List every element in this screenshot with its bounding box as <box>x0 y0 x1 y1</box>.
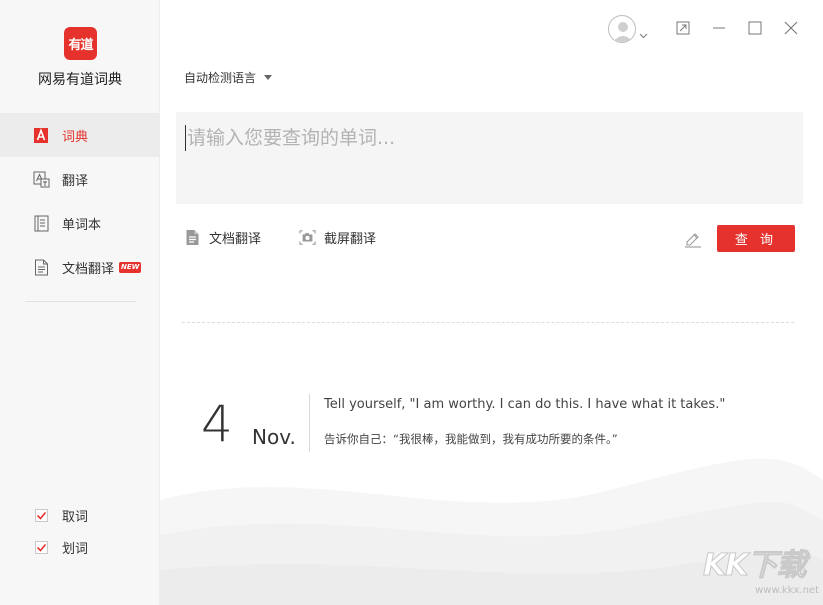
user-icon <box>613 22 633 42</box>
select-word-checkbox[interactable]: 划词 <box>35 538 88 557</box>
caret-down-icon <box>264 75 273 80</box>
sidebar-item-doc-translate[interactable]: 文档翻译 NEW <box>0 245 160 289</box>
check-icon <box>36 511 47 520</box>
sidebar-item-wordbook[interactable]: 单词本 <box>0 201 160 245</box>
watermark: KK下载 www.kkx.net <box>703 548 820 601</box>
wordbook-icon <box>33 215 50 232</box>
close-icon <box>784 21 798 35</box>
new-badge: NEW <box>119 261 142 273</box>
dictionary-icon <box>33 127 50 144</box>
checkbox[interactable] <box>35 509 48 522</box>
sidebar-item-label: 词典 <box>62 129 89 145</box>
minimize-button[interactable] <box>711 20 727 36</box>
doc-translate-button[interactable]: 文档翻译 <box>184 228 261 247</box>
document-icon <box>184 229 201 246</box>
maximize-icon <box>748 21 762 35</box>
watermark-url: www.kkx.net <box>755 585 819 596</box>
screenshot-translate-label: 截屏翻译 <box>324 232 377 247</box>
sidebar-item-label: 单词本 <box>62 217 102 233</box>
app-logo: 有道 <box>64 27 97 60</box>
screenshot-translate-button[interactable]: 截屏翻译 <box>299 228 376 247</box>
check-icon <box>36 543 47 552</box>
close-button[interactable] <box>783 20 799 36</box>
logo-text: 有道 <box>68 38 93 53</box>
search-area <box>176 112 803 204</box>
pen-icon <box>685 233 701 248</box>
language-select-label: 自动检测语言 <box>184 71 257 85</box>
query-button[interactable]: 查 询 <box>717 225 795 252</box>
compact-icon <box>676 21 690 35</box>
divider <box>182 322 794 323</box>
compact-mode-button[interactable] <box>675 20 691 36</box>
chevron-down-icon[interactable] <box>639 24 648 43</box>
sidebar-item-label: 翻译 <box>62 173 89 189</box>
minimize-icon <box>713 27 725 29</box>
user-avatar[interactable] <box>608 15 636 43</box>
search-input[interactable] <box>185 125 785 151</box>
sidebar-item-translate[interactable]: 翻译 <box>0 157 160 201</box>
watermark-brand: KK下载 <box>703 548 808 583</box>
app-name: 网易有道词典 <box>38 72 122 88</box>
maximize-button[interactable] <box>747 20 763 36</box>
checkbox-label: 划词 <box>62 542 89 557</box>
checkbox-label: 取词 <box>62 510 89 525</box>
daily-quote-english: Tell yourself, "I am worthy. I can do th… <box>324 397 726 412</box>
language-select[interactable]: 自动检测语言 <box>184 69 273 86</box>
sidebar: 有道 网易有道词典 词典 翻译 单词本 文档翻译 NEW 取词 划词 <box>0 0 160 605</box>
capture-word-checkbox[interactable]: 取词 <box>35 506 88 525</box>
checkbox[interactable] <box>35 541 48 554</box>
sidebar-item-label: 文档翻译 <box>62 261 115 277</box>
camera-icon <box>299 229 316 246</box>
sidebar-divider <box>25 301 136 302</box>
document-icon <box>33 259 50 276</box>
sidebar-item-dictionary[interactable]: 词典 <box>0 113 160 157</box>
translate-icon <box>33 171 50 188</box>
handwriting-button[interactable] <box>684 230 702 248</box>
doc-translate-label: 文档翻译 <box>209 232 262 247</box>
